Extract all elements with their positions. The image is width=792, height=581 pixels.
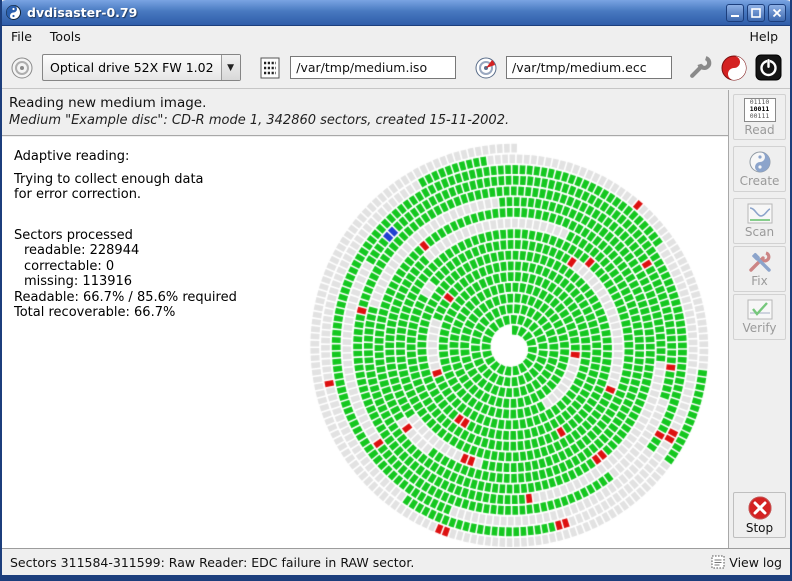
image-file-icon xyxy=(258,56,282,80)
sectors-readable: readable: 228944 xyxy=(14,243,237,259)
status-message: Sectors 311584-311599: Raw Reader: EDC f… xyxy=(10,555,414,570)
sector-spiral xyxy=(300,137,724,548)
iso-path-input[interactable] xyxy=(290,56,456,79)
toolbar: Optical drive 52X FW 1.02 ▼ xyxy=(2,47,790,89)
view-log-label: View log xyxy=(729,555,782,570)
ecc-path-input[interactable] xyxy=(506,56,672,79)
mode-desc-2: for error correction. xyxy=(14,187,237,203)
scan-button[interactable]: Scan xyxy=(733,198,786,244)
preferences-button[interactable] xyxy=(688,55,713,80)
scan-label: Scan xyxy=(745,225,774,239)
sectors-missing: missing: 113916 xyxy=(14,274,237,290)
info-panel: Adaptive reading: Trying to collect enou… xyxy=(14,149,237,321)
fix-button[interactable]: Fix xyxy=(733,246,786,292)
chevron-down-icon: ▼ xyxy=(221,55,240,80)
reading-panel: Adaptive reading: Trying to collect enou… xyxy=(2,137,728,548)
sectors-title: Sectors processed xyxy=(14,228,237,244)
menu-help[interactable]: Help xyxy=(738,27,791,46)
view-log-icon xyxy=(711,555,725,569)
app-icon xyxy=(6,5,21,20)
menubar: File Tools Help xyxy=(2,25,790,47)
read-label: Read xyxy=(744,123,774,137)
about-disc-button[interactable] xyxy=(721,55,747,81)
medium-info: Medium "Example disc": CD-R mode 1, 3428… xyxy=(9,113,728,128)
readable-percent: Readable: 66.7% / 85.6% required xyxy=(14,290,237,306)
drive-select[interactable]: Optical drive 52X FW 1.02 ▼ xyxy=(42,54,241,81)
maximize-button[interactable] xyxy=(747,4,765,22)
create-icon xyxy=(749,151,771,173)
status-header: Reading new medium image. Medium "Exampl… xyxy=(2,90,728,136)
read-button[interactable]: 01110 10011 00111 Read xyxy=(733,94,786,140)
left-column: Reading new medium image. Medium "Exampl… xyxy=(2,90,728,548)
app-window: dvdisaster-0.79 File Tools Help xyxy=(0,0,792,581)
fix-icon xyxy=(748,251,772,273)
fix-label: Fix xyxy=(751,274,767,288)
ecc-file-icon xyxy=(474,56,498,80)
sector-spiral-canvas xyxy=(300,137,724,548)
view-log-button[interactable]: View log xyxy=(711,555,782,570)
content-area: Reading new medium image. Medium "Exampl… xyxy=(2,90,790,548)
verify-label: Verify xyxy=(742,321,776,335)
drive-select-value: Optical drive 52X FW 1.02 xyxy=(43,60,221,75)
sectors-correctable: correctable: 0 xyxy=(14,259,237,275)
stop-icon xyxy=(748,496,772,520)
scan-icon xyxy=(747,203,773,224)
menu-file[interactable]: File xyxy=(2,27,41,46)
minimize-button[interactable] xyxy=(726,4,744,22)
create-button[interactable]: Create xyxy=(733,146,786,192)
quit-button[interactable] xyxy=(755,54,782,81)
verify-button[interactable]: Verify xyxy=(733,294,786,340)
menu-tools[interactable]: Tools xyxy=(41,27,90,46)
stop-button[interactable]: Stop xyxy=(733,492,786,538)
recoverable-percent: Total recoverable: 66.7% xyxy=(14,305,237,321)
stop-label: Stop xyxy=(746,521,773,535)
titlebar[interactable]: dvdisaster-0.79 xyxy=(0,0,792,26)
status-title: Reading new medium image. xyxy=(9,95,728,111)
statusbar: Sectors 311584-311599: Raw Reader: EDC f… xyxy=(2,548,790,575)
read-icon: 01110 10011 00111 xyxy=(744,98,776,122)
mode-desc-1: Trying to collect enough data xyxy=(14,172,237,188)
action-sidebar: 01110 10011 00111 Read Create xyxy=(728,90,790,548)
window-title: dvdisaster-0.79 xyxy=(27,5,137,20)
drive-icon xyxy=(10,56,34,80)
mode-title: Adaptive reading: xyxy=(14,149,237,165)
create-label: Create xyxy=(740,174,780,188)
verify-icon xyxy=(747,299,773,320)
close-button[interactable] xyxy=(768,4,786,22)
